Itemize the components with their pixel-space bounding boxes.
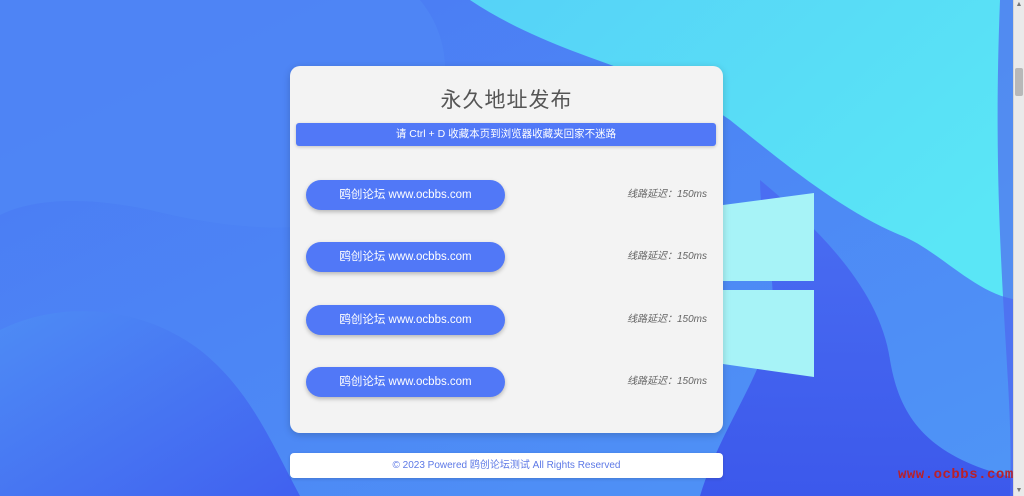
vertical-scrollbar[interactable]: ▲ ▼ [1013, 0, 1024, 496]
chevron-up-icon[interactable]: ▲ [1014, 0, 1024, 10]
bookmark-notice: 请 Ctrl + D 收藏本页到浏览器收藏夹回家不迷路 [296, 123, 716, 146]
latency-label-2: 线路延迟：150ms [626, 251, 707, 262]
watermark-text: www.ocbbs.com [898, 467, 1014, 483]
link-row: 鸥创论坛 www.ocbbs.com 线路延迟：150ms [306, 367, 707, 397]
scrollbar-thumb[interactable] [1015, 68, 1023, 96]
latency-label-4: 线路延迟：150ms [626, 376, 707, 387]
site-link-button-4[interactable]: 鸥创论坛 www.ocbbs.com [306, 367, 505, 397]
link-row: 鸥创论坛 www.ocbbs.com 线路延迟：150ms [306, 305, 707, 335]
footer-copyright: © 2023 Powered 鸥创论坛测试 All Rights Reserve… [290, 453, 723, 478]
page-background: 永久地址发布 请 Ctrl + D 收藏本页到浏览器收藏夹回家不迷路 鸥创论坛 … [0, 0, 1024, 496]
link-row: 鸥创论坛 www.ocbbs.com 线路延迟：150ms [306, 180, 707, 210]
latency-label-1: 线路延迟：150ms [626, 189, 707, 200]
site-link-button-1[interactable]: 鸥创论坛 www.ocbbs.com [306, 180, 505, 210]
chevron-down-icon[interactable]: ▼ [1014, 486, 1024, 496]
latency-label-3: 线路延迟：150ms [626, 314, 707, 325]
page-title: 永久地址发布 [440, 89, 573, 112]
site-link-button-2[interactable]: 鸥创论坛 www.ocbbs.com [306, 242, 505, 272]
link-row: 鸥创论坛 www.ocbbs.com 线路延迟：150ms [306, 242, 707, 272]
site-link-button-3[interactable]: 鸥创论坛 www.ocbbs.com [306, 305, 505, 335]
address-card: 永久地址发布 请 Ctrl + D 收藏本页到浏览器收藏夹回家不迷路 鸥创论坛 … [290, 66, 723, 433]
